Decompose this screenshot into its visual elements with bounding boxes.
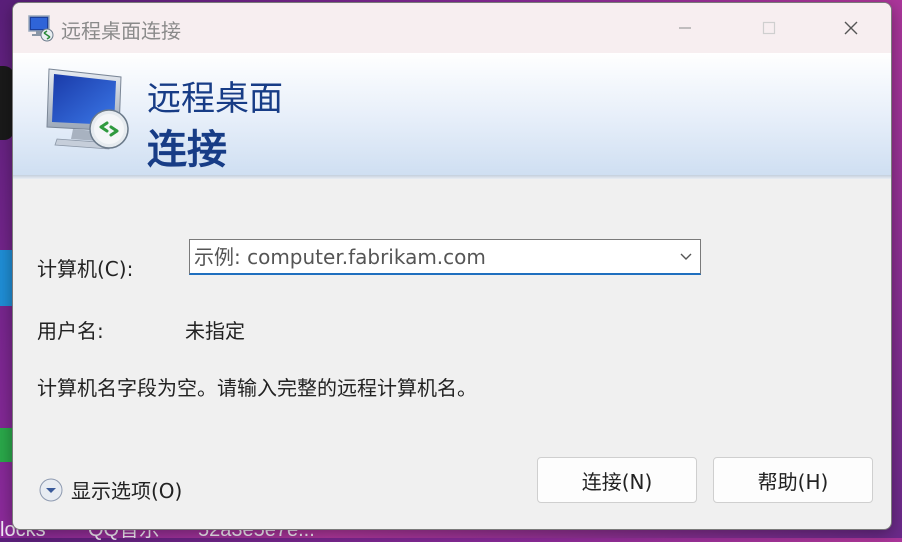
header-banner: 远程桌面 连接 (13, 53, 891, 176)
maximize-button[interactable] (729, 3, 809, 53)
title-bar[interactable]: 远程桌面连接 (13, 3, 891, 53)
computer-input[interactable] (190, 244, 672, 269)
remote-desktop-monitor-icon (46, 68, 129, 150)
username-label: 用户名: (37, 319, 104, 343)
chevron-down-icon (680, 253, 692, 260)
minimize-button[interactable] (645, 3, 725, 53)
window-title: 远程桌面连接 (61, 19, 181, 43)
minimize-icon (679, 27, 691, 29)
remote-desktop-window: 远程桌面连接 远程桌面 连接 计算机(C): 示例: computer.fabr… (12, 2, 892, 530)
connect-button[interactable]: 连接(N) (537, 457, 697, 503)
show-options-toggle[interactable]: 显示选项(O) (39, 475, 182, 504)
help-button[interactable]: 帮助(H) (713, 457, 873, 503)
computer-combobox[interactable] (189, 239, 701, 275)
close-button[interactable] (811, 3, 891, 53)
banner-divider (13, 175, 891, 179)
banner-title: 远程桌面 (147, 79, 283, 119)
status-message: 计算机名字段为空。请输入完整的远程计算机名。 (37, 376, 477, 400)
expand-arrow-icon (39, 478, 63, 501)
remote-desktop-icon (28, 15, 54, 42)
username-value: 未指定 (185, 319, 245, 343)
banner-subtitle: 连接 (147, 127, 227, 173)
dropdown-toggle[interactable] (672, 253, 700, 261)
maximize-icon (762, 21, 776, 35)
show-options-label: 显示选项(O) (71, 479, 183, 503)
computer-label: 计算机(C): (37, 257, 134, 281)
close-icon (844, 21, 858, 35)
